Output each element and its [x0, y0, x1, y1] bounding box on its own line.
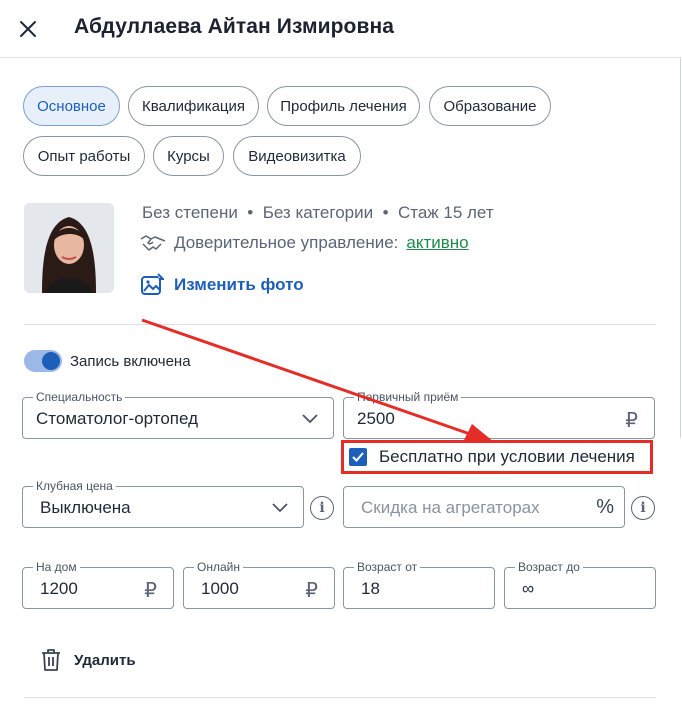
- age-to-label: Возраст до: [515, 560, 583, 574]
- trash-icon: [42, 649, 60, 671]
- page-title: Абдуллаева Айтан Измировна: [74, 15, 395, 38]
- chevron-down-icon: [302, 414, 318, 424]
- home-price-value: 1200: [40, 579, 78, 598]
- club-price-label: Клубная цена: [33, 479, 116, 493]
- image-edit-icon: [141, 273, 164, 295]
- specialty-label: Специальность: [33, 390, 126, 404]
- specialty-select[interactable]: Специальность Стоматолог-ортопед: [22, 390, 334, 439]
- tab-main[interactable]: Основное: [23, 86, 120, 126]
- tab-qualification[interactable]: Квалификация: [128, 86, 259, 126]
- avatar: [24, 203, 114, 293]
- divider: [24, 324, 656, 325]
- trust-status-link[interactable]: активно: [406, 233, 468, 253]
- close-icon[interactable]: [16, 17, 40, 41]
- handshake-icon: [140, 235, 166, 251]
- tab-courses[interactable]: Курсы: [153, 136, 224, 176]
- age-to-value: ∞: [522, 579, 535, 598]
- percent-icon: %: [596, 496, 614, 518]
- online-price-input[interactable]: Онлайн 1000 ₽: [183, 560, 335, 609]
- tab-education[interactable]: Образование: [429, 86, 551, 126]
- specialty-value: Стоматолог-ортопед: [36, 409, 198, 428]
- header: Абдуллаева Айтан Измировна: [0, 0, 682, 58]
- tab-treatment-profile[interactable]: Профиль лечения: [267, 86, 420, 126]
- booking-toggle-label: Запись включена: [70, 353, 191, 370]
- free-checkbox[interactable]: [349, 448, 367, 466]
- trust-management: Доверительное управление: активно: [140, 233, 469, 253]
- discount-info-icon[interactable]: i: [631, 496, 655, 520]
- doctor-meta: Без степени • Без категории • Стаж 15 ле…: [142, 203, 494, 222]
- change-photo-label: Изменить фото: [174, 275, 304, 294]
- ruble-icon: ₽: [144, 580, 157, 602]
- ruble-icon: ₽: [625, 410, 638, 432]
- delete-label: Удалить: [74, 651, 136, 669]
- club-price-select[interactable]: Клубная цена Выключена: [22, 479, 304, 528]
- club-info-icon[interactable]: i: [310, 496, 334, 520]
- trust-label: Доверительное управление:: [174, 233, 399, 252]
- primary-price-input[interactable]: Первичный приём 2500 ₽: [343, 390, 655, 439]
- age-from-value: 18: [361, 579, 380, 598]
- online-price-value: 1000: [201, 579, 239, 598]
- free-checkbox-row[interactable]: Бесплатно при условии лечения: [341, 440, 653, 474]
- age-from-input[interactable]: Возраст от 18: [343, 560, 495, 609]
- tab-experience[interactable]: Опыт работы: [23, 136, 145, 176]
- home-price-input[interactable]: На дом 1200 ₽: [22, 560, 174, 609]
- home-price-label: На дом: [33, 560, 80, 574]
- ruble-icon: ₽: [305, 580, 318, 602]
- scroll-edge: [680, 58, 681, 438]
- aggregator-discount-input[interactable]: Скидка на агрегаторах %: [343, 486, 625, 528]
- online-price-label: Онлайн: [194, 560, 243, 574]
- free-checkbox-label: Бесплатно при условии лечения: [379, 447, 635, 466]
- chevron-down-icon: [272, 503, 288, 513]
- age-to-input[interactable]: Возраст до ∞: [504, 560, 656, 609]
- primary-price-value: 2500: [357, 409, 395, 428]
- club-price-value: Выключена: [40, 498, 131, 517]
- booking-toggle[interactable]: [24, 350, 62, 372]
- primary-price-label: Первичный приём: [354, 390, 462, 404]
- check-icon: [352, 452, 364, 462]
- age-from-label: Возраст от: [354, 560, 421, 574]
- change-photo-button[interactable]: Изменить фото: [140, 273, 304, 297]
- tab-video[interactable]: Видеовизитка: [233, 136, 361, 176]
- delete-button[interactable]: Удалить: [40, 648, 136, 672]
- aggregator-discount-placeholder: Скидка на агрегаторах: [361, 498, 540, 517]
- divider: [24, 697, 656, 698]
